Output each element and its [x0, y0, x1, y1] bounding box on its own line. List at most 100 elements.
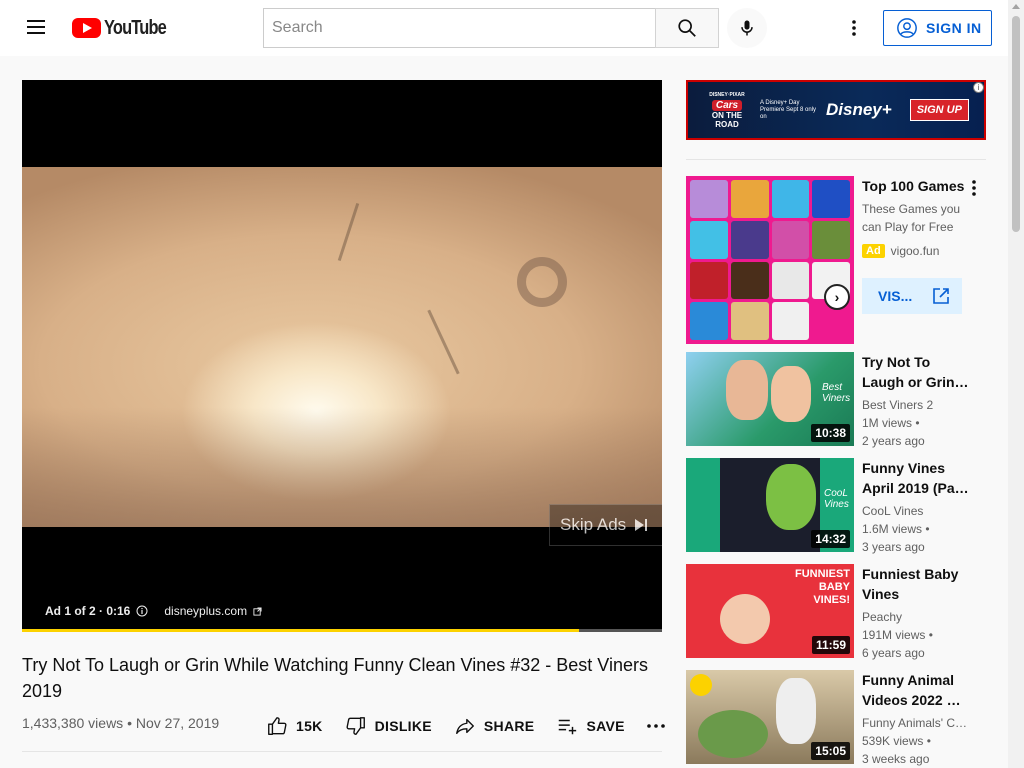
dislike-label: DISLIKE — [374, 718, 432, 734]
ad-domain-link[interactable]: disneyplus.com — [164, 604, 247, 618]
banner-disney-plus-logo: Disney+ — [826, 100, 892, 119]
ad-source-domain: vigoo.fun — [890, 244, 940, 258]
menu-icon[interactable] — [24, 16, 48, 40]
thumbnail-face — [771, 366, 811, 422]
video-thumbnail[interactable]: Best Viners 10:38 — [686, 352, 854, 446]
more-actions-button[interactable] — [646, 724, 665, 728]
game-tile — [690, 261, 728, 300]
page-scrollbar[interactable] — [1008, 0, 1024, 768]
view-count: 191M views • — [862, 628, 933, 642]
banner-premiere-text: A Disney+ Day Premiere Sept 8 only on — [760, 99, 817, 120]
thumbnail-text: Best Viners — [822, 382, 851, 404]
channel-name[interactable]: Best Viners 2 — [862, 396, 970, 414]
recommended-video[interactable]: FUNNIEST BABY VINES! 11:59 Funniest Baby… — [686, 564, 986, 660]
search-input[interactable] — [263, 8, 655, 48]
video-scene-crack — [337, 203, 360, 261]
scroll-up-arrow-icon[interactable] — [1012, 4, 1020, 9]
logo-text: YouTube — [104, 16, 167, 39]
recommended-video[interactable]: CooL Vines 14:32 Funny Vines April 2019 … — [686, 458, 986, 554]
save-button[interactable]: SAVE — [556, 715, 624, 737]
upload-date: Nov 27, 2019 — [135, 715, 220, 731]
info-icon[interactable] — [136, 605, 148, 617]
video-actions: 15K DISLIKE SHARE SAVE — [266, 712, 687, 740]
visit-label: VIS... — [878, 288, 913, 304]
video-duration: 10:38 — [811, 424, 850, 442]
visit-site-button[interactable]: VIS... — [862, 278, 962, 314]
ad-progress-bar[interactable] — [22, 629, 662, 632]
video-title[interactable]: Try Not To Laugh or Grin… — [862, 352, 970, 392]
settings-more-button[interactable] — [842, 16, 866, 40]
chevron-right-icon[interactable]: › — [824, 284, 850, 310]
microphone-icon — [741, 20, 753, 36]
banner-cars-label: Cars — [711, 100, 743, 111]
recommended-video[interactable]: Best Viners 10:38 Try Not To Laugh or Gr… — [686, 352, 986, 448]
playlist-add-icon — [559, 719, 577, 735]
channel-name[interactable]: Funny Animals' C… — [862, 714, 970, 732]
game-tile — [730, 220, 769, 259]
video-scene-ring — [517, 257, 567, 307]
video-thumbnail[interactable]: CooL Vines 14:32 — [686, 458, 854, 552]
game-tile — [730, 180, 769, 218]
thumbs-up-icon — [268, 717, 287, 735]
sidebar-ad-source: Ad vigoo.fun — [862, 244, 939, 258]
game-tile — [690, 302, 728, 340]
game-tile — [690, 180, 728, 218]
game-tile — [771, 261, 810, 300]
upload-age: 3 years ago — [862, 540, 925, 554]
view-count: 1M views • — [862, 416, 920, 430]
scrollbar-thumb[interactable] — [1012, 16, 1020, 232]
skip-ads-button[interactable]: Skip Ads — [549, 504, 662, 546]
search-icon — [678, 19, 696, 37]
more-vert-icon — [972, 180, 976, 196]
sidebar-ad-title[interactable]: Top 100 Games — [862, 176, 964, 196]
upload-age: 6 years ago — [862, 646, 925, 660]
game-tile — [771, 220, 810, 259]
dislike-button[interactable]: DISLIKE — [345, 715, 432, 737]
video-duration: 11:59 — [811, 636, 850, 654]
ad-choices-icon[interactable]: i — [973, 82, 984, 93]
video-scene-crack — [427, 309, 460, 375]
banner-ad[interactable]: DISNEY·PIXAR Cars ON THE ROAD A Disney+ … — [686, 80, 986, 140]
open-in-new-icon — [933, 288, 950, 304]
thumbnail-face — [766, 464, 816, 530]
recommended-video[interactable]: 15:05 Funny Animal Videos 2022 … Funny A… — [686, 670, 986, 766]
share-label: SHARE — [483, 718, 535, 734]
game-tile — [730, 261, 769, 300]
video-thumbnail[interactable]: FUNNIEST BABY VINES! 11:59 — [686, 564, 854, 658]
channel-name[interactable]: CooL Vines — [862, 502, 970, 520]
search-button[interactable] — [655, 8, 719, 48]
sidebar-ad-card[interactable]: › Top 100 Games These Games you can Play… — [686, 176, 986, 344]
channel-name[interactable]: Peachy — [862, 608, 970, 626]
video-title[interactable]: Funniest Baby Vines — [862, 564, 970, 604]
external-link-icon[interactable] — [253, 606, 262, 616]
sidebar-ad-thumbnail[interactable] — [686, 176, 854, 344]
thumbnail-face — [726, 360, 768, 420]
voice-search-button[interactable] — [727, 8, 767, 48]
video-thumbnail[interactable]: 15:05 — [686, 670, 854, 764]
ad-info-bar: Ad 1 of 2 · 0:16 disneyplus.com — [45, 604, 262, 618]
ad-progress-fill — [22, 629, 579, 632]
sign-in-label: SIGN IN — [926, 20, 982, 36]
divider — [22, 751, 662, 752]
share-button[interactable]: SHARE — [454, 715, 535, 737]
game-tile — [771, 180, 810, 218]
sidebar-ad-menu-button[interactable] — [972, 180, 976, 201]
video-title: Try Not To Laugh or Grin While Watching … — [22, 655, 648, 701]
thumbnail-text: CooL Vines — [824, 488, 849, 510]
thumbnail-face — [720, 594, 770, 644]
video-duration: 15:05 — [811, 742, 850, 760]
game-tile — [771, 302, 810, 340]
view-count: 1,433,380 views — [22, 715, 124, 731]
video-title[interactable]: Funny Animal Videos 2022 … — [862, 670, 970, 710]
thumbnail-object — [698, 710, 768, 758]
banner-sign-up-button[interactable]: SIGN UP — [909, 99, 969, 121]
video-title[interactable]: Funny Vines April 2019 (Pa… — [862, 458, 970, 498]
youtube-logo[interactable]: YouTube — [72, 17, 180, 39]
video-duration: 14:32 — [811, 530, 850, 548]
like-button[interactable]: 15K — [266, 715, 323, 737]
sign-in-button[interactable]: SIGN IN — [883, 10, 992, 46]
video-player[interactable]: Skip Ads Ad 1 of 2 · 0:16 disneyplus.com — [22, 80, 662, 632]
game-tile — [730, 302, 769, 340]
video-meta: 1,433,380 views • Nov 27, 2019 — [22, 715, 220, 731]
view-count: 1.6M views • — [862, 522, 930, 536]
